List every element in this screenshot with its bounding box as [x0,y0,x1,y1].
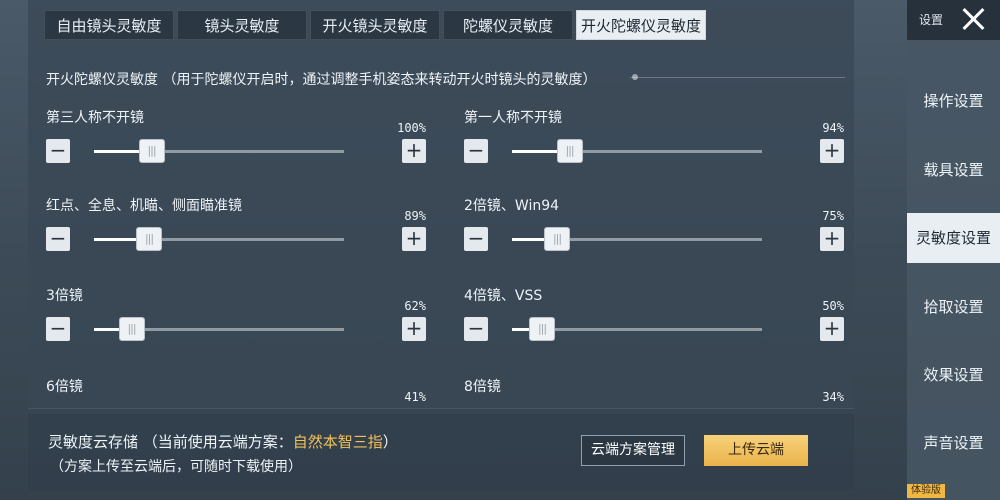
sensitivity-tabs: 自由镜头灵敏度 镜头灵敏度 开火镜头灵敏度 陀螺仪灵敏度 开火陀螺仪灵敏度 [44,10,709,40]
sidebar-item-vehicle[interactable]: 载具设置 [907,145,1000,195]
sidebar-item-pickup[interactable]: 拾取设置 [907,282,1000,332]
slider-track[interactable]: ||| [94,317,344,341]
setting-3x-scope: 3倍镜 62% − ||| + [46,285,426,355]
sidebar-title: 设置 [919,13,944,27]
setting-percent: 62% [404,299,426,313]
slider-thumb[interactable]: ||| [529,317,555,341]
settings-sidebar: 设置 操作设置 载具设置 灵敏度设置 拾取设置 效果设置 声音设置 [907,0,1000,500]
slider-thumb[interactable]: ||| [136,227,162,251]
slider-track[interactable]: ||| [94,139,344,163]
increase-button[interactable]: + [820,317,844,341]
decrease-button[interactable]: − [46,317,70,341]
setting-label: 第三人称不开镜 [46,110,144,126]
setting-red-dot-holo-iron: 红点、全息、机瞄、侧面瞄准镜 89% − ||| + [46,195,426,265]
setting-first-person-no-scope: 第一人称不开镜 94% − ||| + [464,107,844,177]
setting-percent: 50% [822,299,844,313]
increase-button[interactable]: + [402,139,426,163]
cloud-scheme-manage-button[interactable]: 云端方案管理 [581,435,685,466]
cloud-title-prefix: 灵敏度云存储 （当前使用云端方案： [48,433,293,451]
decrease-button[interactable]: − [464,317,488,341]
tab-free-camera[interactable]: 自由镜头灵敏度 [44,10,174,40]
setting-6x-scope: 6倍镜 41% [46,376,426,406]
increase-button[interactable]: + [820,227,844,251]
setting-8x-scope: 8倍镜 34% [464,376,844,406]
version-badge: 体验版 [907,484,945,498]
sidebar-header: 设置 [907,0,1000,40]
setting-label: 6倍镜 [46,379,83,395]
cloud-storage-subtitle: （方案上传至云端后，可随时下载使用） [50,459,302,475]
slider-track[interactable]: ||| [512,139,762,163]
tab-fire-camera[interactable]: 开火镜头灵敏度 [310,10,440,40]
increase-button[interactable]: + [402,317,426,341]
close-icon[interactable] [959,5,987,33]
setting-label: 第一人称不开镜 [464,110,562,126]
tab-fire-gyroscope[interactable]: 开火陀螺仪灵敏度 [576,10,706,40]
cloud-storage-bar: 灵敏度云存储 （当前使用云端方案：自然本智三指） （方案上传至云端后，可随时下载… [28,414,854,490]
setting-label: 3倍镜 [46,288,83,304]
setting-label: 4倍镜、VSS [464,288,543,304]
cloud-title-suffix: ） [382,433,398,451]
sidebar-item-sound[interactable]: 声音设置 [907,418,1000,468]
setting-percent: 89% [404,209,426,223]
setting-percent: 34% [822,390,844,404]
slider-track[interactable]: ||| [94,227,344,251]
setting-percent: 94% [822,121,844,135]
setting-third-person-no-scope: 第三人称不开镜 100% − ||| + [46,107,426,177]
setting-label: 2倍镜、Win94 [464,198,560,214]
slider-track[interactable]: ||| [512,227,762,251]
setting-percent: 75% [822,209,844,223]
setting-percent: 41% [404,390,426,404]
decrease-button[interactable]: − [46,139,70,163]
decrease-button[interactable]: − [46,227,70,251]
tab-camera[interactable]: 镜头灵敏度 [177,10,307,40]
cloud-scheme-name: 自然本智三指 [292,433,383,451]
sidebar-item-controls[interactable]: 操作设置 [907,76,1000,126]
cloud-storage-title: 灵敏度云存储 （当前使用云端方案：自然本智三指） [48,431,398,452]
increase-button[interactable]: + [402,227,426,251]
increase-button[interactable]: + [820,139,844,163]
setting-4x-vss: 4倍镜、VSS 50% − ||| + [464,285,844,355]
section-divider [630,77,845,78]
slider-thumb[interactable]: ||| [556,139,583,163]
setting-label: 红点、全息、机瞄、侧面瞄准镜 [46,198,242,214]
setting-label: 8倍镜 [464,379,501,395]
upload-cloud-button[interactable]: 上传云端 [704,435,808,466]
setting-2x-win94: 2倍镜、Win94 75% − ||| + [464,195,844,265]
slider-thumb[interactable]: ||| [118,317,145,341]
slider-track[interactable]: ||| [512,317,762,341]
slider-thumb[interactable]: ||| [138,139,165,163]
decrease-button[interactable]: − [464,227,488,251]
divider-dot [632,74,638,80]
sidebar-item-effects[interactable]: 效果设置 [907,350,1000,400]
tab-gyroscope[interactable]: 陀螺仪灵敏度 [443,10,573,40]
slider-thumb[interactable]: ||| [544,227,570,251]
sidebar-item-sensitivity[interactable]: 灵敏度设置 [907,213,1000,263]
decrease-button[interactable]: − [464,139,488,163]
setting-percent: 100% [397,121,426,135]
section-title: 开火陀螺仪灵敏度 （用于陀螺仪开启时，通过调整手机姿态来转动开火时镜头的灵敏度） [46,72,597,88]
